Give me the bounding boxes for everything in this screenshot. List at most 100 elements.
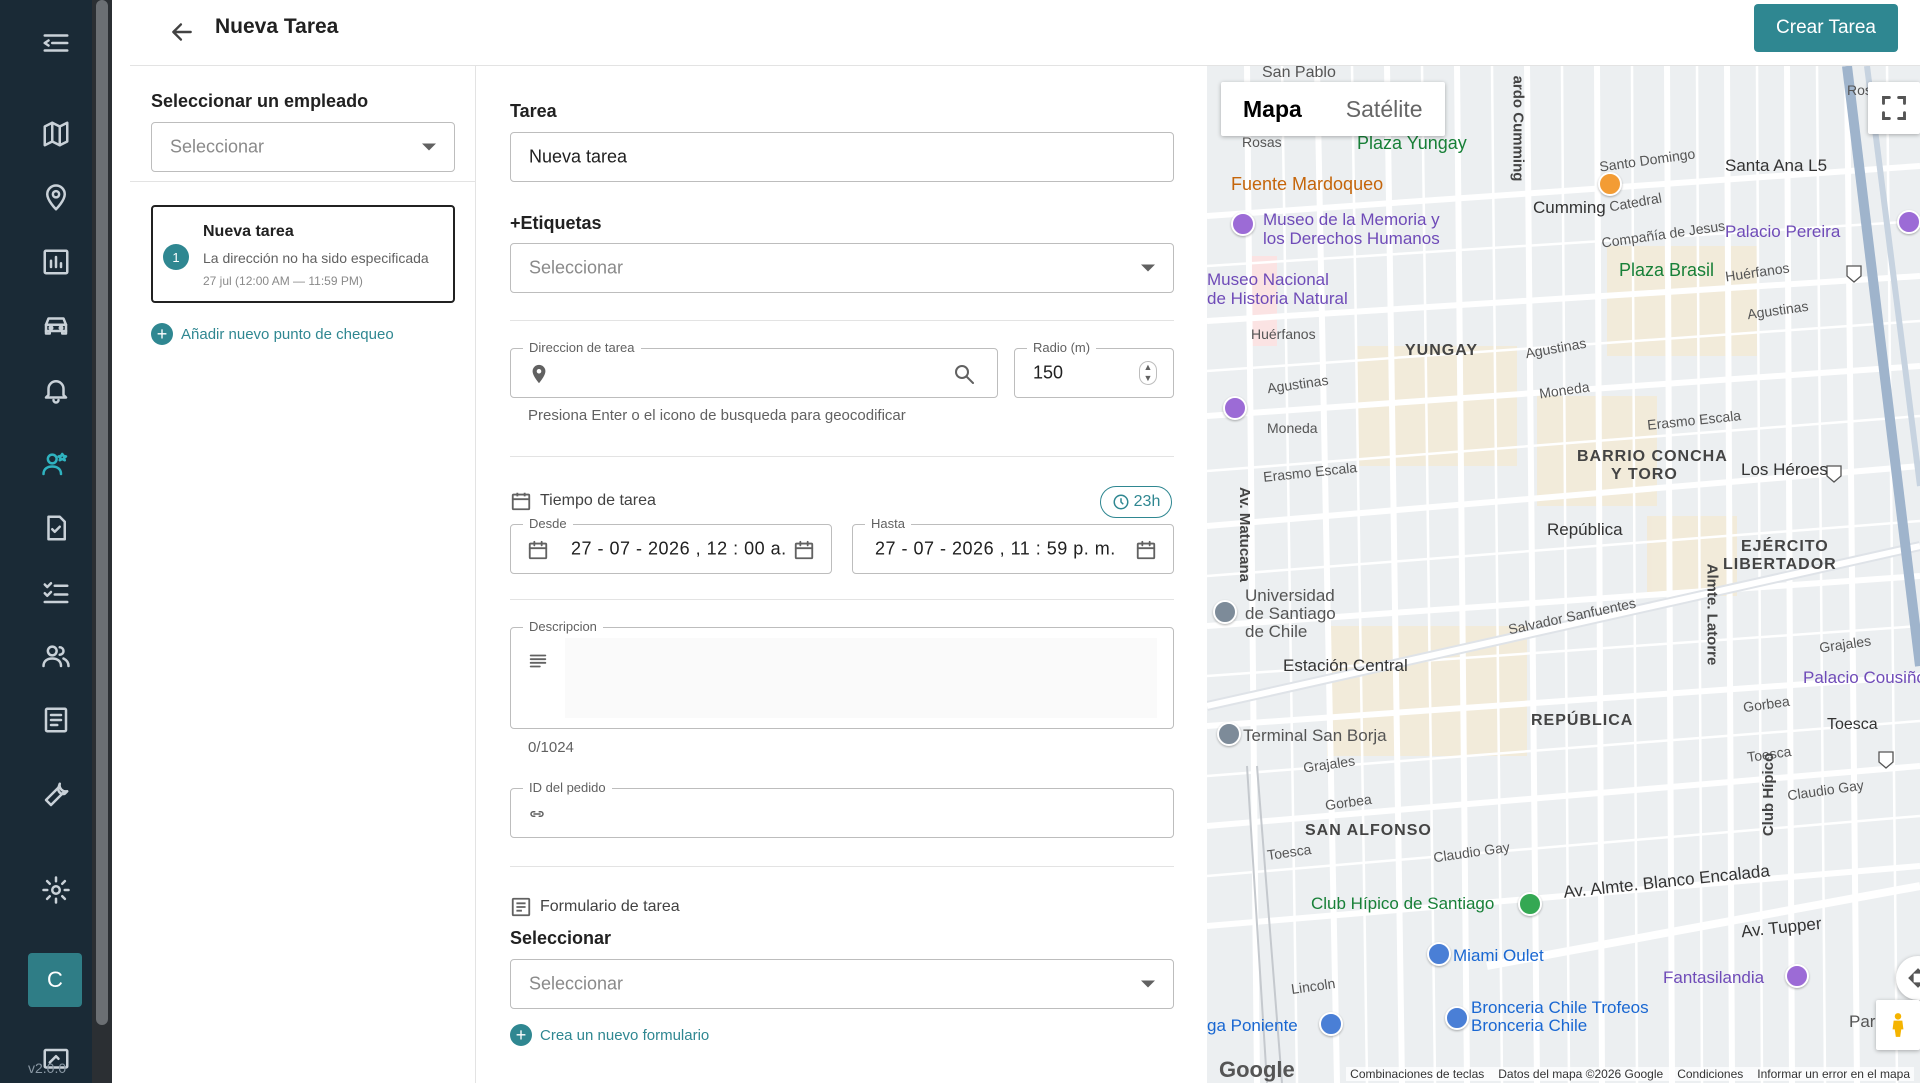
settings-icon[interactable] bbox=[36, 870, 76, 910]
end-datetime-input[interactable]: Hasta 27 - 07 - 2026 , 11 : 59 p. m. bbox=[852, 516, 1174, 574]
checkpoint-number: 1 bbox=[163, 244, 189, 270]
employee-tasks-icon[interactable] bbox=[36, 444, 76, 484]
notifications-icon[interactable] bbox=[36, 370, 76, 410]
description-counter: 0/1024 bbox=[528, 739, 574, 756]
tools-icon[interactable] bbox=[36, 775, 76, 815]
street-view-button[interactable] bbox=[1876, 1000, 1920, 1050]
map-view[interactable]: San Pablo Rosas Rosas Plaza Yungay Cummi… bbox=[1207, 66, 1920, 1083]
report-error-link[interactable]: Informar un error en el mapa bbox=[1757, 1067, 1910, 1081]
university-pin[interactable] bbox=[1213, 600, 1237, 624]
notes-icon bbox=[527, 650, 549, 672]
forms-icon[interactable] bbox=[36, 700, 76, 740]
map-icon[interactable] bbox=[36, 114, 76, 154]
museum-pin[interactable] bbox=[1231, 212, 1255, 236]
order-id-input[interactable]: ID del pedido bbox=[510, 780, 1174, 838]
panel-divider bbox=[130, 181, 476, 182]
map-label: Santa Ana L5 bbox=[1725, 156, 1828, 175]
chevron-down-icon bbox=[1141, 264, 1155, 272]
amusement-pin[interactable] bbox=[1785, 964, 1809, 988]
checkpoint-card[interactable]: 1 Nueva tarea La dirección no ha sido es… bbox=[151, 205, 455, 303]
address-legend: Direccion de tarea bbox=[523, 340, 641, 355]
calendar-icon bbox=[511, 492, 531, 511]
employee-select-placeholder: Seleccionar bbox=[170, 136, 265, 157]
map-label: Terminal San Borja bbox=[1243, 726, 1387, 745]
users-icon[interactable] bbox=[36, 636, 76, 676]
map-label: SAN ALFONSO bbox=[1305, 822, 1432, 839]
tags-select-placeholder: Seleccionar bbox=[529, 257, 624, 278]
page-title: Nueva Tarea bbox=[215, 15, 339, 38]
keyboard-shortcuts-link[interactable]: Combinaciones de teclas bbox=[1350, 1067, 1484, 1081]
task-name-input[interactable]: Nueva tarea bbox=[510, 132, 1174, 182]
fullscreen-button[interactable] bbox=[1868, 82, 1920, 134]
map-label: Toesca bbox=[1827, 716, 1878, 733]
create-task-button[interactable]: Crear Tarea bbox=[1754, 4, 1898, 52]
create-form-link[interactable]: + Crea un nuevo formulario bbox=[510, 1024, 709, 1046]
map-label: Club Hípico bbox=[1760, 752, 1778, 837]
map-label: ga Poniente bbox=[1207, 1016, 1298, 1035]
map-label: San Pablo bbox=[1262, 66, 1336, 81]
museum-pin[interactable] bbox=[1223, 396, 1247, 420]
map-label: Cumming bbox=[1533, 198, 1606, 217]
shop-pin[interactable] bbox=[1427, 942, 1451, 966]
section-divider bbox=[510, 866, 1174, 867]
tags-select[interactable]: Seleccionar bbox=[510, 243, 1174, 293]
location-pin-icon bbox=[527, 362, 551, 386]
map-label: REPÚBLICA bbox=[1531, 712, 1634, 729]
google-logo: Google bbox=[1219, 1057, 1295, 1082]
radius-stepper[interactable]: ▲ ▼ bbox=[1139, 361, 1157, 385]
section-divider bbox=[510, 456, 1174, 457]
address-input[interactable]: Direccion de tarea bbox=[510, 340, 998, 398]
shop-pin[interactable] bbox=[1445, 1006, 1469, 1030]
add-checkpoint-label: Añadir nuevo punto de chequeo bbox=[181, 325, 394, 343]
radius-input[interactable]: Radio (m) 150 ▲ ▼ bbox=[1014, 340, 1174, 398]
vehicle-icon[interactable] bbox=[36, 306, 76, 346]
museum-pin[interactable] bbox=[1897, 210, 1920, 234]
checklist-icon[interactable] bbox=[36, 572, 76, 612]
reports-icon[interactable] bbox=[36, 242, 76, 282]
checkpoint-address: La dirección no ha sido especificada bbox=[203, 250, 429, 266]
fullscreen-icon bbox=[1882, 96, 1906, 120]
task-form-section-label: Formulario de tarea bbox=[540, 898, 680, 915]
shop-pin[interactable] bbox=[1319, 1012, 1343, 1036]
sidebar-scroll-thumb[interactable] bbox=[96, 0, 108, 1025]
clock-icon bbox=[1113, 494, 1129, 510]
terms-link[interactable]: Condiciones bbox=[1677, 1067, 1743, 1081]
restaurant-pin[interactable] bbox=[1598, 172, 1622, 196]
search-icon[interactable] bbox=[951, 361, 977, 387]
end-datetime-value: 27 - 07 - 2026 , 11 : 59 p. m. bbox=[875, 538, 1116, 559]
park-pin[interactable] bbox=[1518, 892, 1542, 916]
map-label: Bronceria Chile Trofeos bbox=[1471, 998, 1649, 1017]
tags-label[interactable]: +Etiquetas bbox=[510, 213, 602, 234]
link-icon bbox=[527, 804, 547, 824]
map-tab[interactable]: Mapa bbox=[1221, 82, 1324, 136]
user-avatar[interactable]: C bbox=[28, 953, 82, 1007]
start-datetime-value: 27 - 07 - 2026 , 12 : 00 a. bbox=[571, 538, 787, 559]
duration-chip: 23h bbox=[1100, 486, 1172, 518]
bus-terminal-pin[interactable] bbox=[1217, 722, 1241, 746]
back-button[interactable] bbox=[164, 14, 200, 50]
sidebar-scrollbar[interactable] bbox=[92, 0, 112, 1083]
description-text-area[interactable] bbox=[565, 638, 1157, 718]
pegman-icon bbox=[1892, 1013, 1904, 1037]
employee-select[interactable]: Seleccionar bbox=[151, 122, 455, 172]
end-legend: Hasta bbox=[865, 516, 911, 531]
start-datetime-input[interactable]: Desde 27 - 07 - 2026 , 12 : 00 a. bbox=[510, 516, 832, 574]
calendar-picker-icon[interactable] bbox=[1135, 539, 1157, 561]
add-circle-icon: + bbox=[151, 323, 173, 345]
task-check-icon[interactable] bbox=[36, 508, 76, 548]
description-textarea[interactable]: Descripcion bbox=[510, 619, 1174, 729]
map-label: Plaza Brasil bbox=[1619, 260, 1715, 280]
location-pin-icon[interactable] bbox=[36, 178, 76, 218]
task-form-select[interactable]: Seleccionar bbox=[510, 959, 1174, 1009]
map-label: Fantasilandia bbox=[1663, 968, 1765, 987]
map-label: Bronceria Chile bbox=[1471, 1016, 1588, 1035]
map-label: Rosas bbox=[1242, 134, 1282, 150]
menu-collapse-icon[interactable] bbox=[36, 23, 76, 63]
satellite-tab[interactable]: Satélite bbox=[1324, 82, 1445, 136]
checkpoint-time: 27 jul (12:00 AM — 11:59 PM) bbox=[203, 274, 363, 288]
add-checkpoint-link[interactable]: + Añadir nuevo punto de chequeo bbox=[151, 323, 394, 345]
map-label: Miami Oulet bbox=[1453, 946, 1544, 965]
calendar-icon bbox=[527, 539, 549, 561]
calendar-picker-icon[interactable] bbox=[793, 539, 815, 561]
section-divider bbox=[510, 320, 1174, 321]
